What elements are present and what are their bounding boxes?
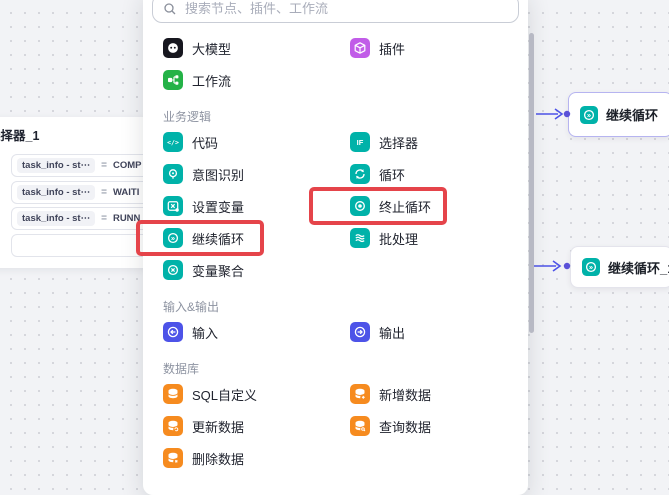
menu-item-label: SQL自定义: [192, 387, 258, 403]
condition-field[interactable]: task_info - st⋯: [17, 184, 96, 200]
condition-row: 果task_info - st⋯=WAITI: [11, 180, 161, 204]
section-header: 业务逻辑: [163, 110, 212, 124]
db-query-icon: [350, 416, 370, 436]
search-box[interactable]: [152, 0, 519, 23]
menu-item-label: 代码: [192, 135, 219, 151]
condition-value[interactable]: WAITI: [113, 187, 139, 198]
svg-text:»: »: [587, 110, 591, 119]
condition-input[interactable]: task_info - st⋯ = WAITI: [11, 180, 161, 204]
menu-item-db-query[interactable]: 查询数据: [350, 410, 528, 442]
menu-item-aggregate[interactable]: 变量聚合: [163, 254, 350, 286]
output-icon: [350, 322, 370, 342]
flow-node-continue-loop[interactable]: » 继续循环: [568, 92, 669, 137]
section-header: 输入&输出: [163, 300, 220, 314]
menu-item-db-update[interactable]: 更新数据: [163, 410, 350, 442]
search-input[interactable]: [183, 0, 508, 17]
continue-loop-icon: »: [580, 105, 598, 124]
menu-item-intent[interactable]: 意图识别: [163, 158, 350, 190]
intent-icon: [163, 164, 183, 184]
condition-value[interactable]: COMP: [113, 160, 142, 171]
svg-text:IF: IF: [357, 138, 364, 147]
section-items: SQL自定义 新增数据更新数据 查询数据删除数据: [143, 378, 528, 474]
flow-node-title: 继续循环_1: [608, 260, 669, 276]
menu-item-db-sql[interactable]: SQL自定义: [163, 378, 350, 410]
code-icon: </>: [163, 132, 183, 152]
condition-row: 果task_info - st⋯=COMP: [11, 154, 161, 177]
search-icon: [163, 2, 177, 16]
condition-operator: =: [101, 186, 107, 198]
menu-item-label: 意图识别: [192, 167, 245, 183]
db-delete-icon: [163, 448, 183, 468]
condition-field[interactable]: task_info - st⋯: [17, 211, 96, 226]
input-icon: [163, 322, 183, 342]
condition-operator: =: [101, 160, 107, 171]
menu-item-label: 输出: [379, 325, 406, 341]
menu-item-batch[interactable]: 批处理: [350, 222, 528, 254]
menu-item-label: 更新数据: [192, 419, 245, 435]
menu-item-plugin[interactable]: 插件: [350, 32, 528, 64]
menu-item-input[interactable]: 输入: [163, 316, 350, 348]
highlight-box-continue-loop: [136, 220, 264, 256]
menu-item-if[interactable]: IF 选择器: [350, 126, 528, 158]
menu-item-label: 变量聚合: [192, 263, 245, 279]
batch-icon: [350, 228, 370, 248]
menu-item-label: 循环: [379, 167, 406, 183]
model-icon: [163, 38, 183, 58]
menu-item-code[interactable]: </> 代码: [163, 126, 350, 158]
plugin-icon: [350, 38, 370, 58]
condition-field[interactable]: task_info - st⋯: [17, 158, 96, 173]
db-update-icon: [163, 416, 183, 436]
svg-text:</>: </>: [167, 138, 179, 146]
flow-node-continue-loop-1[interactable]: » 继续循环_1: [570, 246, 669, 288]
menu-item-label: 批处理: [379, 231, 419, 247]
db-add-icon: [350, 384, 370, 404]
section-items: 大模型 插件工作流: [143, 32, 528, 96]
menu-item-label: 设置变量: [192, 199, 245, 215]
section-header: 数据库: [163, 362, 200, 376]
search-wrap: [143, 0, 528, 23]
menu-item-label: 选择器: [379, 135, 419, 151]
svg-text:»: »: [589, 263, 593, 272]
menu-item-label: 查询数据: [379, 419, 432, 435]
condition-input[interactable]: task_info - st⋯ = COMP: [11, 154, 161, 177]
menu-item-model[interactable]: 大模型: [163, 32, 350, 64]
menu-item-db-add[interactable]: 新增数据: [350, 378, 528, 410]
menu-item-label: 插件: [379, 41, 406, 57]
continue-loop-icon: »: [582, 258, 600, 276]
menu-item-output[interactable]: 输出: [350, 316, 528, 348]
menu-item-label: 输入: [192, 325, 219, 341]
menu-item-label: 大模型: [192, 41, 232, 57]
db-sql-icon: [163, 384, 183, 404]
menu-item-label: 删除数据: [192, 451, 245, 467]
if-icon: IF: [350, 132, 370, 152]
loop-icon: [350, 164, 370, 184]
section-items: 输入 输出: [143, 316, 528, 348]
set-variable-icon: [163, 196, 183, 216]
menu-item-label: 新增数据: [379, 387, 432, 403]
menu-item-label: 工作流: [192, 73, 232, 89]
menu-item-workflow[interactable]: 工作流: [163, 64, 350, 96]
menu-item-db-delete[interactable]: 删除数据: [163, 442, 350, 474]
highlight-box-terminate-loop: [309, 187, 447, 225]
popup-scrollbar[interactable]: [529, 33, 534, 333]
workflow-icon: [163, 70, 183, 90]
menu-item-loop[interactable]: 循环: [350, 158, 528, 190]
aggregate-icon: [163, 260, 183, 280]
flow-node-title: 继续循环: [606, 108, 659, 123]
selector-node-title: 选择器_1: [0, 129, 40, 143]
condition-operator: =: [101, 213, 107, 224]
